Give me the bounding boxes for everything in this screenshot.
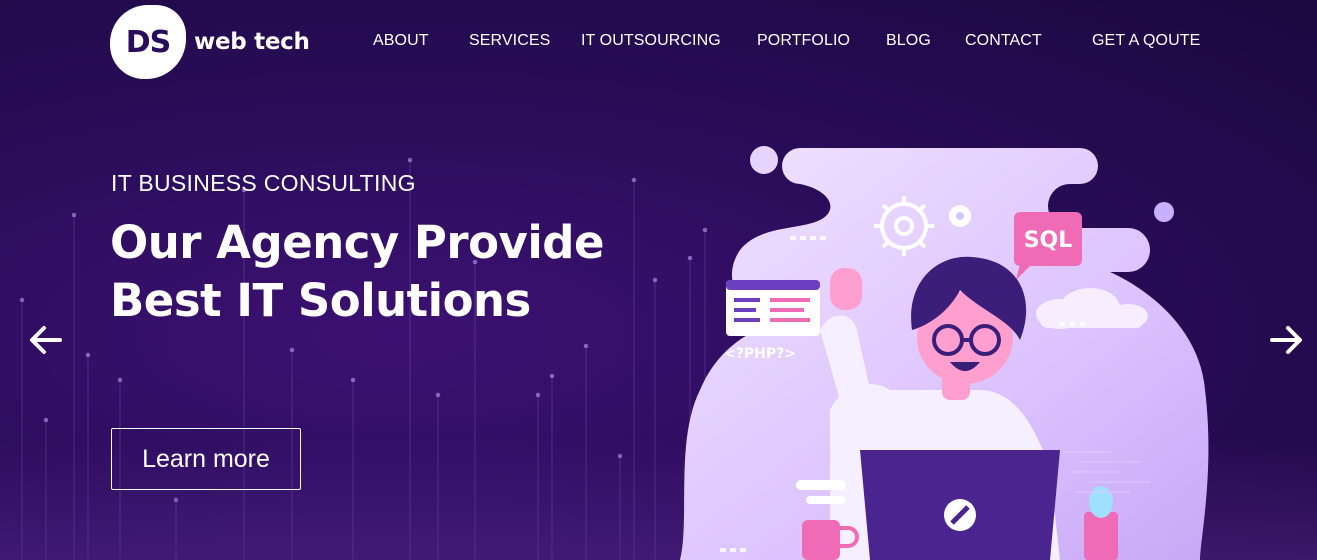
site-header: DS web tech ABOUT SERVICES IT OUTSOURCIN… bbox=[0, 0, 1317, 84]
slider-next-button[interactable] bbox=[1266, 320, 1306, 360]
nav-get-a-quote[interactable]: GET A QOUTE bbox=[1092, 32, 1200, 50]
small-gear-icon bbox=[949, 205, 971, 227]
hero-illustration: SQL <?PHP?> bbox=[680, 146, 1209, 560]
hero-headline: Our Agency Provide Best IT Solutions bbox=[110, 214, 670, 330]
nav-contact[interactable]: CONTACT bbox=[965, 32, 1042, 50]
code-window bbox=[726, 280, 820, 336]
nav-services[interactable]: SERVICES bbox=[469, 32, 550, 50]
hero-headline-line-1: Our Agency Provide bbox=[110, 216, 605, 269]
nav-about[interactable]: ABOUT bbox=[373, 32, 429, 50]
learn-more-button[interactable]: Learn more bbox=[111, 428, 301, 490]
php-tag: <?PHP?> bbox=[724, 346, 796, 362]
hero-eyebrow: IT BUSINESS CONSULTING bbox=[111, 170, 416, 196]
arrow-left-icon bbox=[30, 326, 62, 354]
laptop bbox=[860, 450, 1060, 560]
waving-hand bbox=[830, 268, 862, 310]
nav-it-outsourcing[interactable]: IT OUTSOURCING bbox=[581, 32, 721, 50]
nav-blog[interactable]: BLOG bbox=[886, 32, 931, 50]
nav-portfolio[interactable]: PORTFOLIO bbox=[757, 32, 850, 50]
sql-badge-label: SQL bbox=[1024, 228, 1073, 253]
arrow-right-icon bbox=[1270, 326, 1302, 354]
slider-prev-button[interactable] bbox=[26, 320, 66, 360]
hero-headline-line-2: Best IT Solutions bbox=[110, 274, 531, 327]
main-nav: ABOUT SERVICES IT OUTSOURCING PORTFOLIO … bbox=[0, 32, 1317, 54]
